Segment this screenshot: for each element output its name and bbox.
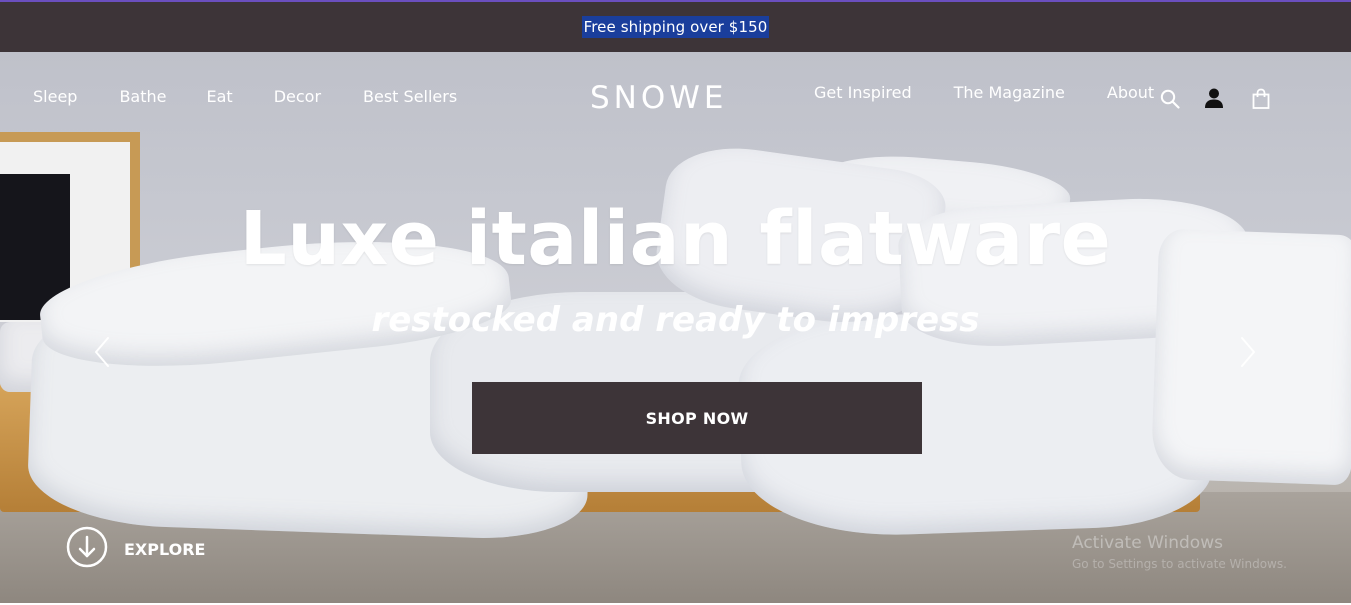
activate-windows-subtext: Go to Settings to activate Windows. xyxy=(1072,557,1287,571)
nav-link-bathe[interactable]: Bathe xyxy=(119,87,166,106)
chevron-left-icon[interactable] xyxy=(90,332,114,372)
nav-link-the-magazine[interactable]: The Magazine xyxy=(954,83,1065,102)
hero-subtitle: restocked and ready to impress xyxy=(371,300,980,340)
nav-link-decor[interactable]: Decor xyxy=(274,87,321,106)
hero-title: Luxe italian flatware xyxy=(239,196,1112,282)
arrow-down-circle-icon xyxy=(66,526,108,573)
shop-now-button[interactable]: SHOP NOW xyxy=(472,382,922,454)
primary-nav-right: Get Inspired The Magazine About xyxy=(814,83,1154,102)
nav-link-eat[interactable]: Eat xyxy=(207,87,233,106)
account-icon[interactable] xyxy=(1202,86,1226,110)
announcement-text: Free shipping over $150 xyxy=(581,16,770,38)
nav-link-sleep[interactable]: Sleep xyxy=(33,87,77,106)
explore-link[interactable]: EXPLORE xyxy=(66,526,205,573)
shopping-bag-icon[interactable] xyxy=(1249,87,1273,111)
announcement-bar: Free shipping over $150 xyxy=(0,0,1351,52)
primary-nav-left: Sleep Bathe Eat Decor Best Sellers xyxy=(33,87,499,106)
nav-link-get-inspired[interactable]: Get Inspired xyxy=(814,83,912,102)
explore-label: EXPLORE xyxy=(124,540,206,559)
brand-logo[interactable]: SNOWE xyxy=(590,80,728,116)
nav-link-best-sellers[interactable]: Best Sellers xyxy=(363,87,457,106)
search-icon[interactable] xyxy=(1158,87,1182,111)
chevron-right-icon[interactable] xyxy=(1236,332,1260,372)
nav-link-about[interactable]: About xyxy=(1107,83,1154,102)
activate-windows-watermark: Activate Windows xyxy=(1072,533,1223,553)
